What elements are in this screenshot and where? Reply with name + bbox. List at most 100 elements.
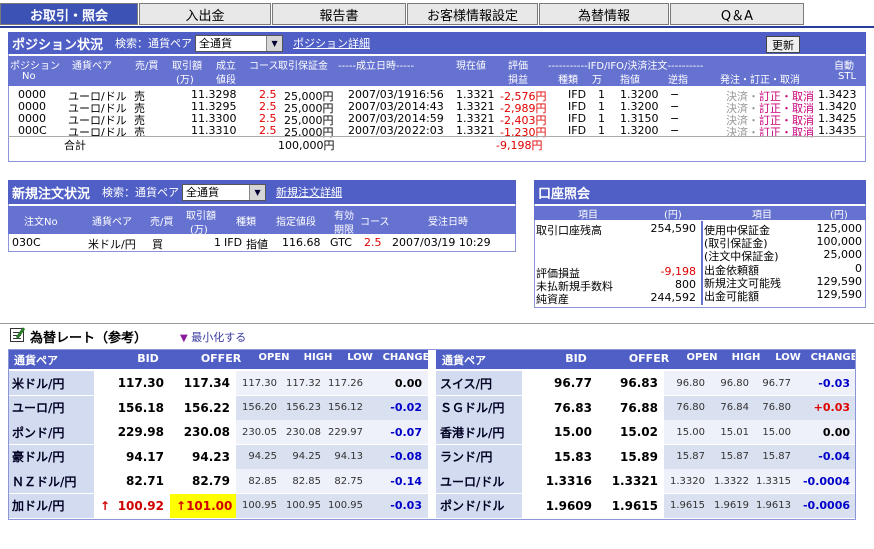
col-pl: 評価 <box>508 61 528 72</box>
total-margin: 100,000円 <box>278 139 335 152</box>
tab-trading[interactable]: お取引・照会 <box>0 3 138 25</box>
rates-col-2: OFFER <box>628 352 670 365</box>
order-expiry: GTC <box>330 236 352 249</box>
total-divider <box>8 136 866 137</box>
rate-row[interactable]: ポンド/円 229.98 230.08 230.05 230.08 229.97 -0.07 <box>8 420 428 444</box>
rate-low: 94.13 <box>324 444 366 469</box>
rate-low: 96.77 <box>752 371 794 395</box>
rate-low: 229.97 <box>324 420 366 444</box>
col-ifd-group: -----------IFD/IFO/決済注文---------- <box>548 61 704 72</box>
rate-high: 15.87 <box>708 444 752 469</box>
account-value: 125,000 <box>816 222 863 235</box>
rate-bid: 156.18 <box>94 395 170 420</box>
account-title: 口座照会 <box>538 186 591 202</box>
rates-col-4: HIGH <box>731 352 761 363</box>
col-qty: 万 <box>592 75 602 86</box>
rate-offer: 117.34 <box>170 371 236 395</box>
rate-pair: ランド/円 <box>436 444 522 469</box>
rate-offer: 156.22 <box>170 395 236 420</box>
orders-header: 新規注文状況 検索： 通貨ペア 全通貨 ▼ 新規注文詳細 <box>8 180 516 204</box>
col-order-amount: 取引額 <box>186 211 216 222</box>
col-margin: 取引保証金 <box>278 61 328 72</box>
position-detail-link[interactable]: ポジション詳細 <box>293 35 370 51</box>
rate-high: 76.84 <box>708 395 752 420</box>
account-value: 800 <box>675 278 696 291</box>
rate-low: 82.75 <box>324 469 366 493</box>
rate-row[interactable]: 香港ドル/円 15.00 15.02 15.00 15.01 15.00 0.00 <box>436 420 856 444</box>
table-row: 000C ユーロ/ドル売 1 1.3310 2.5 25,000円 2007/03/20 22… <box>8 124 866 139</box>
main-tab-bar: お取引・照会 入出金 報告書 お客様情報設定 為替情報 Q＆A <box>0 0 874 27</box>
rate-row[interactable]: 加ドル/円 ↑ 100.92 ↑ 101.00 100.95 100.95 100.95 -0.… <box>8 493 428 518</box>
rate-pair: スイス/円 <box>436 371 522 395</box>
col-stop: 逆指 <box>668 75 688 86</box>
tab-deposit[interactable]: 入出金 <box>139 3 271 25</box>
rate-row[interactable]: 米ドル/円 117.30 117.34 117.30 117.32 117.26 0.00 <box>8 371 428 395</box>
rate-pair: ユーロ/ドル <box>436 469 522 493</box>
rate-row[interactable]: ＳＧドル/円 76.83 76.88 76.80 76.84 76.80 +0.03 <box>436 395 856 420</box>
rate-row[interactable]: ユーロ/円 156.18 156.22 156.20 156.23 156.12 -0.02 <box>8 395 428 420</box>
rate-row[interactable]: ランド/円 15.83 15.89 15.87 15.87 15.87 -0.04 <box>436 444 856 469</box>
rate-row[interactable]: スイス/円 96.77 96.83 96.80 96.80 96.77 -0.03 <box>436 371 856 395</box>
account-value: 244,592 <box>650 291 697 304</box>
order-type: 指値 <box>246 238 268 251</box>
col-order-expiry-2: 期限 <box>334 225 354 236</box>
rate-row[interactable]: ポンド/ドル 1.9609 1.9615 1.9615 1.9619 1.9613 -0.0… <box>436 493 856 518</box>
arrow-up-icon: ↑ <box>100 498 111 513</box>
rate-high: 94.25 <box>280 444 324 469</box>
rate-offer: 82.79 <box>170 469 236 493</box>
position-pair-select[interactable]: 全通貨 ▼ <box>195 34 284 52</box>
table-row: 0000 ユーロ/ドル売 1 1.3300 2.5 25,000円 2007/03/20 14… <box>8 112 866 127</box>
rate-open: 230.05 <box>236 420 280 444</box>
tab-qa[interactable]: Q＆A <box>670 3 804 25</box>
account-column-header: 項目 (円) 項目 (円) <box>534 206 866 221</box>
rate-low: 15.00 <box>752 420 794 444</box>
col-rate: 成立 <box>216 61 236 72</box>
rates-col-3: OPEN <box>258 352 290 363</box>
col-stl: STL <box>838 71 857 82</box>
tab-fx-info[interactable]: 為替情報 <box>539 3 669 25</box>
rate-pair: 豪ドル/円 <box>8 444 94 469</box>
table-row: 0000 ユーロ/ドル売 1 1.3298 2.5 25,000円 2007/03/19 16… <box>8 88 866 103</box>
account-value: 254,590 <box>650 222 697 235</box>
position-pair-label: 通貨ペア <box>148 37 193 50</box>
orders-detail-link[interactable]: 新規注文詳細 <box>276 184 342 200</box>
rates-col-5: LOW <box>347 352 373 363</box>
rate-bid: 1.9609 <box>522 493 598 518</box>
rate-high: 156.23 <box>280 395 324 420</box>
rate-offer: 230.08 <box>170 420 236 444</box>
tab-reports[interactable]: 報告書 <box>272 3 406 25</box>
orders-pair-select[interactable]: 全通貨 ▼ <box>182 183 267 201</box>
col-order-side: 売/買 <box>150 217 174 228</box>
tab-customer-settings[interactable]: お客様情報設定 <box>407 3 538 25</box>
minimize-link[interactable]: ▼ 最小化する <box>180 329 246 345</box>
rate-high: 82.85 <box>280 469 324 493</box>
col-type: 種類 <box>558 75 578 86</box>
rate-pair: 米ドル/円 <box>8 371 94 395</box>
rate-low: 76.80 <box>752 395 794 420</box>
rate-pair: ポンド/ドル <box>436 493 522 518</box>
rate-offer: 96.83 <box>598 371 664 395</box>
col-acc-item: 項目 <box>578 210 598 221</box>
col-pl-2: 損益 <box>508 75 528 86</box>
rates-col-1: BID <box>565 352 587 365</box>
rate-change: -0.03 <box>794 371 856 395</box>
refresh-button[interactable]: 更新 <box>766 36 800 53</box>
rate-row[interactable]: ユーロ/ドル 1.3316 1.3321 1.3320 1.3322 1.3315 -0.0… <box>436 469 856 493</box>
rate-bid: 82.71 <box>94 469 170 493</box>
rate-low: 1.9613 <box>752 493 794 518</box>
col-acc-item-2: 項目 <box>752 210 772 221</box>
rate-pair: ＮＺドル/円 <box>8 469 94 493</box>
account-value: 100,000 <box>816 235 863 249</box>
col-order-pair: 通貨ペア <box>92 217 132 228</box>
rate-open: 15.87 <box>664 444 708 469</box>
account-divider <box>701 221 703 305</box>
account-label: 出金可能額 <box>704 290 759 303</box>
right-rates-header: 通貨ペア BID OFFER OPEN HIGH LOW CHANGE <box>436 349 857 369</box>
rate-row[interactable]: ＮＺドル/円 82.71 82.79 82.85 82.85 82.75 -0.14 <box>8 469 428 493</box>
account-value: 129,590 <box>816 274 863 288</box>
rate-offer: 15.02 <box>598 420 664 444</box>
rate-row[interactable]: 豪ドル/円 94.17 94.23 94.25 94.25 94.13 -0.08 <box>8 444 428 469</box>
order-side: 買 <box>152 238 163 251</box>
rate-offer: 1.3321 <box>598 469 664 493</box>
col-rate-2: 値段 <box>216 75 236 86</box>
